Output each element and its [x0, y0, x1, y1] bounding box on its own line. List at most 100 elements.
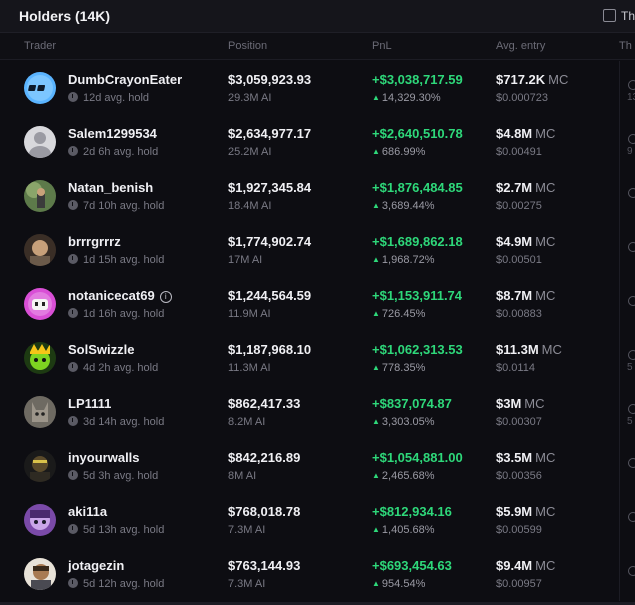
trader-name[interactable]: brrrgrrrz	[68, 234, 121, 249]
position-value: $1,187,968.10	[228, 342, 312, 357]
entry-mc: $3M MC	[496, 396, 545, 411]
clock-icon	[68, 470, 78, 480]
mc-unit: MC	[535, 234, 556, 249]
col-header-avg-entry[interactable]: Avg. entry	[496, 40, 545, 52]
trader-name[interactable]: Natan_benish	[68, 180, 153, 195]
trader-name[interactable]: LP1111	[68, 396, 111, 411]
trader-name[interactable]: Salem1299534	[68, 126, 157, 141]
triangle-up-icon: ▲	[372, 147, 380, 156]
position-value: $763,144.93	[228, 558, 301, 573]
circle-icon	[628, 296, 635, 306]
table-row[interactable]: aki11a 5d 13h avg. hold $768,018.78 7.3M…	[0, 493, 635, 547]
clock-icon	[68, 200, 78, 210]
filter-checkbox[interactable]	[603, 9, 616, 22]
position-value: $862,417.33	[228, 396, 301, 411]
position-amount: 11.3M AI	[228, 362, 271, 374]
triangle-up-icon: ▲	[372, 255, 380, 264]
trader-name[interactable]: jotagezin	[68, 558, 124, 573]
circle-icon	[628, 134, 635, 144]
holders-title: Holders (14K)	[19, 8, 111, 24]
extra-cell	[619, 493, 635, 547]
avg-hold-text: 12d avg. hold	[83, 92, 150, 104]
position-amount: 8.2M AI	[228, 416, 266, 428]
extra-cell	[619, 169, 635, 223]
triangle-up-icon: ▲	[372, 471, 380, 480]
table-row[interactable]: Salem1299534 2d 6h avg. hold $2,634,977.…	[0, 115, 635, 169]
col-header-extra[interactable]: Th	[619, 40, 632, 52]
position-amount: 11.9M AI	[228, 308, 271, 320]
circle-icon	[628, 350, 635, 360]
position-amount: 7.3M AI	[228, 524, 266, 536]
avg-hold-text: 5d 12h avg. hold	[83, 578, 165, 590]
trader-name[interactable]: inyourwalls	[68, 450, 140, 465]
avatar[interactable]	[24, 126, 56, 158]
triangle-up-icon: ▲	[372, 363, 380, 372]
position-value: $1,927,345.84	[228, 180, 312, 195]
position-amount: 8M AI	[228, 470, 257, 482]
circle-icon	[628, 512, 635, 522]
avg-hold-text: 1d 15h avg. hold	[83, 254, 165, 266]
mc-unit: MC	[535, 504, 556, 519]
avatar[interactable]	[24, 504, 56, 536]
avatar[interactable]	[24, 450, 56, 482]
table-row[interactable]: jotagezin 5d 12h avg. hold $763,144.93 7…	[0, 547, 635, 601]
avg-hold-text: 7d 10h avg. hold	[83, 200, 165, 212]
avatar[interactable]	[24, 72, 56, 104]
mc-unit: MC	[524, 396, 545, 411]
col-header-pnl[interactable]: PnL	[372, 40, 392, 52]
avatar[interactable]	[24, 180, 56, 212]
pnl-percent-text: 686.99%	[381, 146, 426, 158]
pnl-value: +$3,038,717.59	[372, 72, 463, 87]
clock-icon	[68, 524, 78, 534]
extra-cell-text: 13	[627, 92, 635, 103]
extra-cell: 5	[619, 331, 635, 385]
info-icon[interactable]: i	[159, 291, 172, 303]
avg-hold: 1d 16h avg. hold	[68, 308, 164, 320]
avg-hold-text: 4d 2h avg. hold	[83, 362, 159, 374]
pnl-value: +$1,153,911.74	[372, 288, 463, 303]
avatar[interactable]	[24, 342, 56, 374]
avatar[interactable]	[24, 558, 56, 590]
entry-mc: $4.8M MC	[496, 126, 555, 141]
table-row[interactable]: LP1111 3d 14h avg. hold $862,417.33 8.2M…	[0, 385, 635, 439]
trader-name[interactable]: aki11a	[68, 504, 107, 519]
table-row[interactable]: notanicecat69 i 1d 16h avg. hold $1,244,5…	[0, 277, 635, 331]
trader-name[interactable]: SolSwizzle	[68, 342, 134, 357]
entry-mc-value: $11.3M	[496, 342, 539, 357]
holders-table: DumbCrayonEater 12d avg. hold $3,059,923…	[0, 61, 635, 601]
triangle-up-icon: ▲	[372, 93, 380, 102]
table-row[interactable]: Natan_benish 7d 10h avg. hold $1,927,345…	[0, 169, 635, 223]
pnl-value: +$1,062,313.53	[372, 342, 463, 357]
position-value: $1,774,902.74	[228, 234, 312, 249]
circle-icon	[628, 458, 635, 468]
filter-checkbox-label[interactable]: Th	[621, 9, 635, 23]
trader-name-text[interactable]: notanicecat69	[68, 288, 155, 303]
avg-hold: 4d 2h avg. hold	[68, 362, 158, 374]
clock-icon	[68, 578, 78, 588]
extra-cell-text: 9	[627, 146, 633, 157]
entry-price: $0.00275	[496, 200, 542, 212]
clock-icon	[68, 146, 78, 156]
avatar[interactable]	[24, 288, 56, 320]
trader-name[interactable]: notanicecat69 i	[68, 288, 172, 303]
entry-mc: $717.2K MC	[496, 72, 568, 87]
avatar[interactable]	[24, 234, 56, 266]
position-amount: 29.3M AI	[228, 92, 272, 104]
pnl-value: +$1,054,881.00	[372, 450, 463, 465]
extra-cell	[619, 547, 635, 601]
entry-mc-value: $3M	[496, 396, 522, 411]
table-row[interactable]: brrrgrrrz 1d 15h avg. hold $1,774,902.74…	[0, 223, 635, 277]
triangle-up-icon: ▲	[372, 579, 380, 588]
trader-name[interactable]: DumbCrayonEater	[68, 72, 182, 87]
col-header-trader[interactable]: Trader	[24, 40, 56, 52]
pnl-percent-text: 3,689.44%	[381, 200, 435, 212]
avg-hold: 3d 14h avg. hold	[68, 416, 164, 428]
pnl-percent-text: 3,303.05%	[381, 416, 435, 428]
table-row[interactable]: SolSwizzle 4d 2h avg. hold $1,187,968.10…	[0, 331, 635, 385]
position-value: $1,244,564.59	[228, 288, 312, 303]
table-row[interactable]: DumbCrayonEater 12d avg. hold $3,059,923…	[0, 61, 635, 115]
avatar[interactable]	[24, 396, 56, 428]
col-header-position[interactable]: Position	[228, 40, 267, 52]
table-row[interactable]: inyourwalls 5d 3h avg. hold $842,216.89 …	[0, 439, 635, 493]
entry-mc: $3.5M MC	[496, 450, 555, 465]
